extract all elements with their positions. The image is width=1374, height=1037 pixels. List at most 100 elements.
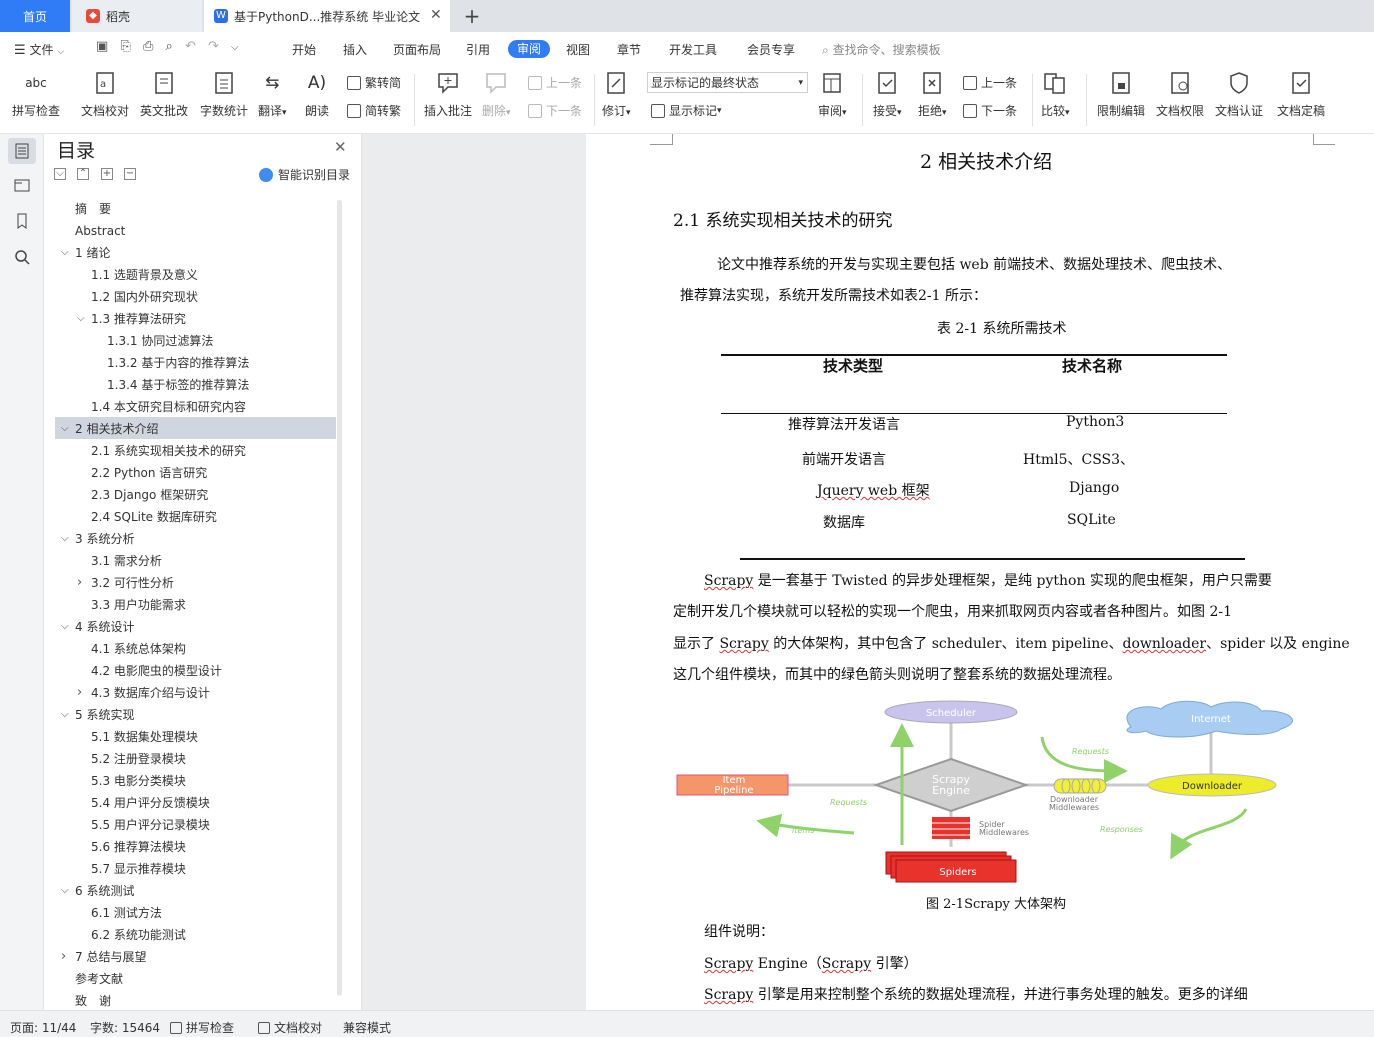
toc-item[interactable]: 2.3 Django 框架研究 [91, 484, 208, 506]
read-aloud-button[interactable]: A) 朗读 [304, 70, 330, 119]
remove-heading-icon[interactable]: − [124, 168, 136, 180]
track-changes-button[interactable]: 修订▾ [602, 70, 631, 119]
toc-item[interactable]: › 7 总结与展望 [61, 946, 146, 968]
collapse-all-icon[interactable]: ⌵ [54, 168, 66, 180]
word-count-button[interactable]: 字数统计 [200, 70, 248, 119]
prev-change-button[interactable]: 上一条 [963, 74, 1017, 91]
doc-proof-button[interactable]: a 文档校对 [81, 70, 129, 119]
toc-item[interactable]: 2.2 Python 语言研究 [91, 462, 207, 484]
chevron-down-icon[interactable]: ⌵ [61, 616, 69, 638]
chevron-down-icon[interactable]: ⌵ [61, 418, 69, 440]
bookmark-icon[interactable] [8, 208, 36, 234]
toc-item[interactable]: 1.3.2 基于内容的推荐算法 [107, 352, 249, 374]
chevron-right-icon[interactable]: › [77, 682, 82, 704]
accept-button[interactable]: 接受▾ [873, 70, 902, 119]
tab-document[interactable]: W 基于PythonD...推荐系统 毕业论文 ✕ [204, 0, 450, 32]
toc-item[interactable]: 5.6 推荐算法模块 [91, 836, 186, 858]
close-tab-icon[interactable]: ✕ [430, 7, 442, 23]
toc-item[interactable]: 4.2 电影爬虫的模型设计 [91, 660, 222, 682]
page-indicator[interactable]: 页面: 11/44 [10, 1019, 76, 1036]
redo-icon[interactable]: ↷ [208, 39, 219, 54]
status-doc-proof[interactable]: 文档校对 [258, 1019, 322, 1036]
customize-icon[interactable]: ⌵ [231, 42, 239, 53]
menu-insert[interactable]: 插入 [343, 41, 367, 58]
command-search[interactable]: ⌕ 查找命令、搜索模板 [822, 41, 941, 58]
menu-dev-tools[interactable]: 开发工具 [669, 41, 717, 58]
menu-view[interactable]: 视图 [566, 41, 590, 58]
toc-item[interactable]: 1.4 本文研究目标和研究内容 [91, 396, 246, 418]
status-spell-check[interactable]: 拼写检查 [170, 1019, 234, 1036]
toc-item[interactable]: ⌵ 4 系统设计 [61, 616, 134, 638]
toc-item[interactable]: 摘 要 [75, 198, 111, 220]
show-markup-button[interactable]: 显示标记 ▾ [651, 102, 722, 119]
smart-toc-button[interactable]: 智能识别目录 [259, 166, 350, 183]
toc-item[interactable]: ⌵ 2 相关技术介绍 [61, 418, 158, 440]
add-heading-icon[interactable]: + [101, 168, 113, 180]
new-tab-button[interactable]: + [458, 0, 486, 32]
toc-item[interactable]: ⌵ 6 系统测试 [61, 880, 134, 902]
reject-button[interactable]: 拒绝▾ [918, 70, 947, 119]
delete-comment-button[interactable]: 删除▾ [482, 70, 511, 119]
toc-item[interactable]: 6.2 系统功能测试 [91, 924, 186, 946]
toc-item[interactable]: 5.7 显示推荐模块 [91, 858, 186, 880]
tab-home[interactable]: 首页 [0, 0, 70, 32]
chevron-down-icon[interactable]: ⌵ [61, 880, 69, 902]
trad-to-simp-button[interactable]: 繁转简 [347, 74, 401, 91]
simp-to-trad-button[interactable]: 简转繁 [347, 102, 401, 119]
nav-pane-icon[interactable] [8, 172, 36, 198]
toc-item[interactable]: 5.1 数据集处理模块 [91, 726, 198, 748]
next-change-button[interactable]: 下一条 [963, 102, 1017, 119]
toc-item[interactable]: 致 谢 [75, 990, 111, 1012]
toc-item[interactable]: Abstract [75, 220, 125, 242]
toc-item[interactable]: 3.3 用户功能需求 [91, 594, 186, 616]
toc-rail-icon[interactable] [8, 138, 36, 164]
document-page[interactable]: 2 相关技术介绍 2.1 系统实现相关技术的研究 论文中推荐系统的开发与实现主要… [586, 134, 1374, 1010]
toc-item[interactable]: 1.3.1 协同过滤算法 [107, 330, 213, 352]
review-pane-button[interactable]: 审阅▾ [818, 70, 847, 119]
undo-icon[interactable]: ↶ [185, 39, 196, 54]
toc-item[interactable]: 1.2 国内外研究现状 [91, 286, 198, 308]
insert-comment-button[interactable]: 插入批注 [424, 70, 472, 119]
print-preview-icon[interactable]: ⌕ [166, 39, 173, 54]
doc-rights-button[interactable]: 文档权限 [1156, 70, 1204, 119]
toc-scrollbar[interactable] [337, 200, 342, 996]
expand-all-icon[interactable]: ⌃ [77, 168, 89, 180]
toc-item[interactable]: 5.5 用户评分记录模块 [91, 814, 210, 836]
toc-item[interactable]: 6.1 测试方法 [91, 902, 162, 924]
toc-item[interactable]: › 4.3 数据库介绍与设计 [77, 682, 210, 704]
close-icon[interactable]: ✕ [334, 138, 347, 156]
compare-button[interactable]: 比较▾ [1041, 70, 1070, 119]
english-correct-button[interactable]: 英文批改 [140, 70, 188, 119]
doc-cert-button[interactable]: 文档认证 [1215, 70, 1263, 119]
chevron-right-icon[interactable]: › [61, 946, 66, 968]
spell-check-button[interactable]: abc 拼写检查 [12, 70, 60, 119]
translate-button[interactable]: ⇆ 翻译▾ [258, 70, 287, 119]
menu-home[interactable]: 开始 [292, 41, 316, 58]
next-comment-button[interactable]: 下一条 [528, 102, 582, 119]
restrict-edit-button[interactable]: 限制编辑 [1097, 70, 1145, 119]
chevron-right-icon[interactable]: › [77, 572, 82, 594]
toc-item[interactable]: 4.1 系统总体架构 [91, 638, 186, 660]
tab-docer[interactable]: ◆ 稻壳 [72, 0, 202, 32]
prev-comment-button[interactable]: 上一条 [528, 74, 582, 91]
toc-item[interactable]: ⌵ 5 系统实现 [61, 704, 134, 726]
doc-final-button[interactable]: 文档定稿 [1277, 70, 1325, 119]
toc-item[interactable]: 3.1 需求分析 [91, 550, 162, 572]
print-icon[interactable]: ⎙ [143, 39, 153, 54]
toc-item[interactable]: 2.1 系统实现相关技术的研究 [91, 440, 246, 462]
menu-layout[interactable]: 页面布局 [393, 41, 441, 58]
toc-item[interactable]: 参考文献 [75, 968, 123, 990]
chevron-down-icon[interactable]: ⌵ [61, 528, 69, 550]
save-icon[interactable]: ▣ [96, 39, 108, 54]
search-icon[interactable] [8, 244, 36, 270]
word-count-indicator[interactable]: 字数: 15464 [90, 1019, 160, 1036]
toc-item[interactable]: 1.3.4 基于标签的推荐算法 [107, 374, 249, 396]
chevron-down-icon[interactable]: ⌵ [77, 308, 85, 330]
toc-item[interactable]: ⌵ 1 绪论 [61, 242, 110, 264]
toc-item[interactable]: 5.2 注册登录模块 [91, 748, 186, 770]
export-icon[interactable]: ⎘ [120, 39, 130, 54]
toc-item[interactable]: 5.4 用户评分反馈模块 [91, 792, 210, 814]
markup-state-select[interactable]: 显示标记的最终状态 ▾ [647, 72, 808, 93]
toc-item[interactable]: 1.1 选题背景及意义 [91, 264, 198, 286]
chevron-down-icon[interactable]: ⌵ [61, 242, 69, 264]
